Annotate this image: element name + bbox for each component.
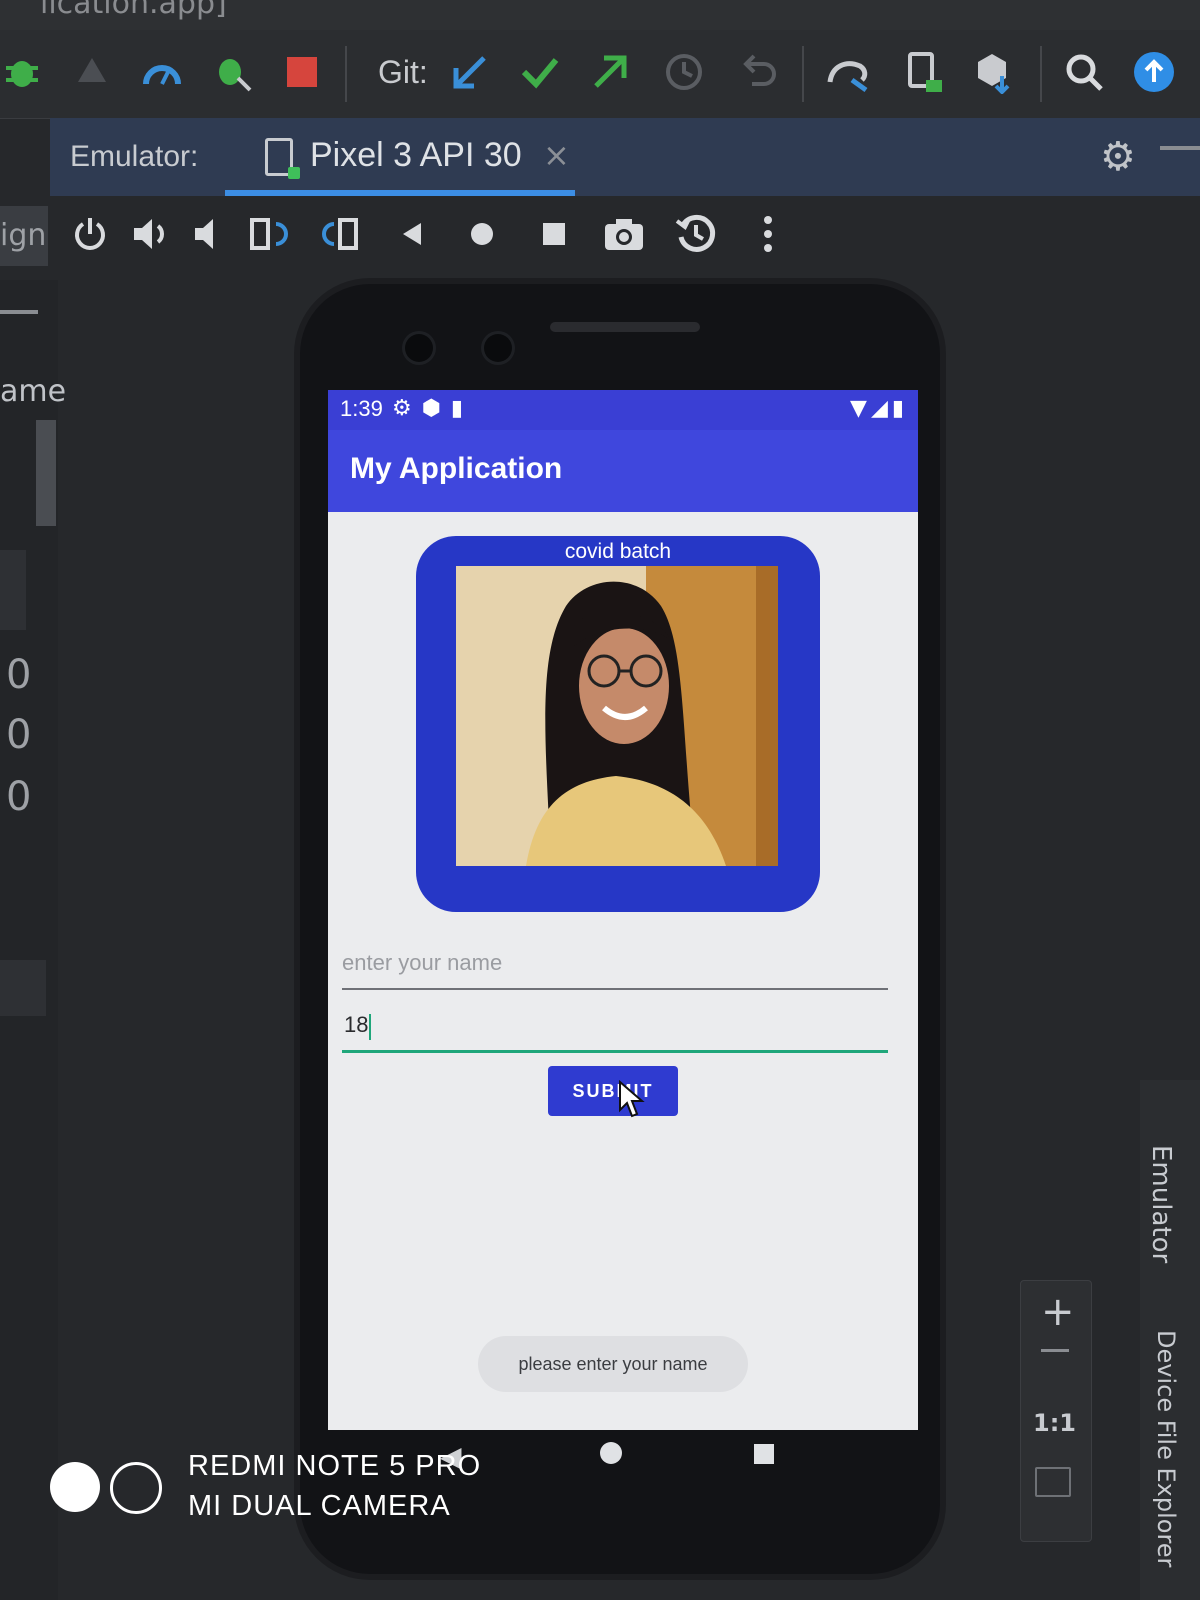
search-icon[interactable] (1062, 50, 1106, 94)
overview-icon[interactable] (532, 212, 576, 256)
text-caret (369, 1014, 371, 1040)
status-bar: 1:39 ⚙⬢▮ ▼◢▮ (328, 390, 918, 430)
toast-message: please enter your name (478, 1336, 748, 1392)
camera-logo-icon (110, 1462, 162, 1514)
front-camera-icon (484, 334, 512, 362)
zoom-in-button[interactable]: + (1041, 1289, 1075, 1335)
debug-bug-icon[interactable] (0, 50, 44, 94)
profile-icon[interactable] (70, 50, 114, 94)
screenshot-icon[interactable] (602, 212, 646, 256)
emulator-tab-bar: Emulator: Pixel 3 API 30 × ⚙ (50, 118, 1200, 196)
card-caption: covid batch (564, 540, 672, 563)
snapshot-icon[interactable] (674, 212, 718, 256)
nav-recents-icon[interactable] (754, 1444, 774, 1464)
attribute-value: 0 (6, 712, 32, 758)
age-input[interactable]: 18 (342, 1008, 888, 1053)
volume-up-icon[interactable] (128, 212, 172, 256)
profile-photo (456, 566, 778, 866)
gradle-sync-icon[interactable] (826, 50, 870, 94)
name-input-placeholder: enter your name (342, 950, 503, 975)
attribute-value: 0 (6, 652, 32, 698)
fit-screen-icon[interactable] (1035, 1467, 1071, 1497)
minimize-icon[interactable] (1160, 146, 1200, 150)
app-title: My Application (350, 452, 563, 485)
power-icon[interactable] (68, 212, 112, 256)
attach-debugger-icon[interactable] (210, 50, 254, 94)
more-icon[interactable] (746, 212, 790, 256)
emulator-side-tab[interactable]: Emulator (1146, 1145, 1176, 1263)
git-update-icon[interactable] (448, 50, 492, 94)
device-icon (265, 138, 300, 179)
watermark-device: REDMI NOTE 5 PRO (188, 1450, 482, 1482)
volume-down-icon[interactable] (186, 212, 230, 256)
git-history-icon[interactable] (662, 50, 706, 94)
watermark-camera: MI DUAL CAMERA (188, 1490, 451, 1522)
actual-size-button[interactable]: 1:1 (1033, 1409, 1076, 1437)
avd-manager-icon[interactable] (902, 50, 946, 94)
rotate-left-icon[interactable] (248, 212, 292, 256)
window-title: lication.app] (40, 0, 227, 21)
git-commit-icon[interactable] (518, 50, 562, 94)
name-input[interactable]: enter your name (342, 946, 888, 990)
close-icon[interactable]: × (543, 136, 570, 174)
profile-card: covid batch (416, 536, 820, 912)
nav-home-icon[interactable] (600, 1442, 622, 1464)
toolbar-separator (1040, 46, 1042, 102)
mouse-pointer-icon (619, 1080, 645, 1118)
sdk-manager-icon[interactable] (972, 50, 1016, 94)
emulator-label: Emulator: (70, 140, 199, 173)
app-bar: My Application (328, 430, 918, 512)
scrollbar-thumb[interactable] (36, 420, 56, 526)
home-icon[interactable] (460, 212, 504, 256)
update-icon[interactable] (1132, 50, 1176, 94)
phone-screen: 1:39 ⚙⬢▮ ▼◢▮ My Application covid batch (328, 390, 918, 1430)
toolbar-separator (345, 46, 347, 102)
gauge-icon[interactable] (140, 50, 184, 94)
git-label: Git: (378, 54, 428, 90)
submit-button[interactable]: SUBMIT (548, 1066, 678, 1116)
rotate-right-icon[interactable] (320, 212, 364, 256)
zoom-out-button[interactable] (1041, 1349, 1069, 1352)
main-toolbar: Git: (0, 30, 1200, 119)
gear-icon[interactable]: ⚙ (1100, 134, 1136, 180)
camera-logo-icon (50, 1462, 100, 1512)
panel-block (0, 550, 26, 630)
phone-speaker (550, 322, 700, 332)
status-notification-icons: ⚙⬢▮ (392, 396, 474, 421)
stop-icon[interactable] (280, 50, 324, 94)
back-icon[interactable] (390, 212, 434, 256)
device-file-explorer-tab[interactable]: Device File Explorer (1152, 1330, 1180, 1567)
git-push-icon[interactable] (588, 50, 632, 94)
zoom-controls: + 1:1 (1020, 1280, 1092, 1542)
tab-pixel-3-api-30[interactable]: Pixel 3 API 30 × (225, 118, 575, 196)
attribute-value: 0 (6, 774, 32, 820)
window-title-strip: lication.app] (0, 0, 1200, 30)
tab-label: Pixel 3 API 30 (310, 136, 522, 174)
emulator-controls: ign (0, 196, 1200, 280)
status-time: 1:39 (340, 396, 383, 421)
panel-block (0, 960, 46, 1016)
git-rollback-icon[interactable] (736, 50, 780, 94)
toolbar-separator (802, 46, 804, 102)
collapse-icon[interactable] (0, 310, 38, 314)
status-system-icons: ▼◢▮ (850, 396, 908, 421)
age-input-value: 18 (344, 1012, 369, 1037)
design-tab[interactable]: ign (0, 206, 48, 266)
front-camera-icon (405, 334, 433, 362)
name-attribute-label: ame (0, 374, 67, 409)
left-tool-panel: ame 0 0 0 (0, 280, 66, 1600)
